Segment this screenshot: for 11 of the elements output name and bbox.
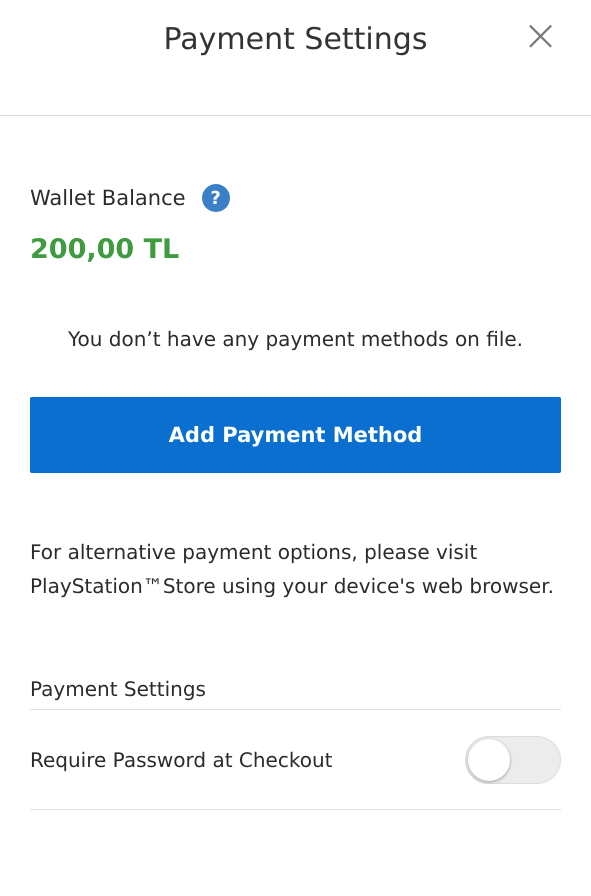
empty-message: You don’t have any payment methods on file. <box>66 327 524 351</box>
close-button[interactable]: × <box>518 14 563 58</box>
section-heading: Payment Settings <box>30 677 561 710</box>
window-title: Payment Settings <box>164 21 428 59</box>
help-button[interactable]: ? <box>202 184 230 212</box>
wallet-label: Wallet Balance <box>30 186 186 210</box>
add-payment-button[interactable]: Add Payment Method <box>30 397 561 473</box>
toggle-switch[interactable] <box>465 736 561 784</box>
setting-label: Require Password at Checkout <box>30 748 332 772</box>
wallet-amount: 200,00 TL <box>30 234 180 265</box>
alternative-note: For alternative payment options, please visit PlayStation™Store using your device's web browser. <box>30 539 555 600</box>
